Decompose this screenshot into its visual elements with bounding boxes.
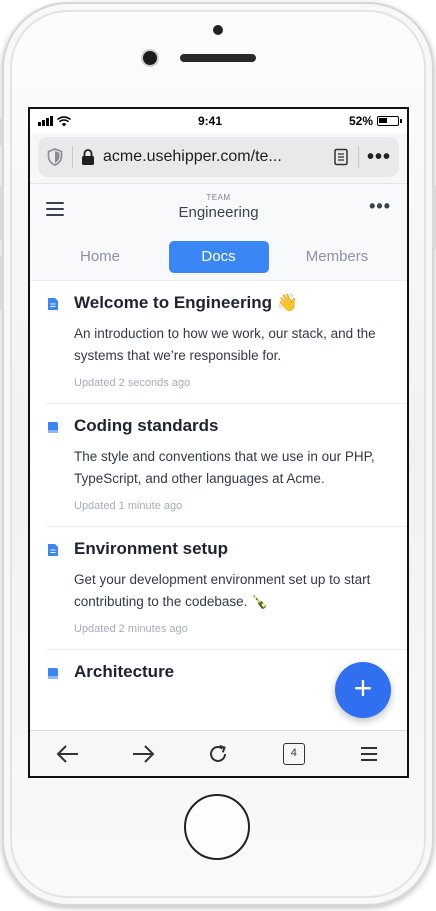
team-label: TEAM <box>206 193 231 202</box>
doc-updated: Updated 2 minutes ago <box>74 623 188 635</box>
team-name: Engineering <box>178 204 259 221</box>
wifi-icon <box>57 115 71 126</box>
doc-body: Architecture <box>74 661 194 697</box>
address-bar[interactable]: acme.usehipper.com/te... ••• <box>38 137 399 177</box>
earpiece-speaker <box>180 54 256 62</box>
status-time: 9:41 <box>197 114 222 128</box>
browser-chrome: acme.usehipper.com/te... ••• <box>30 133 407 183</box>
doc-title[interactable]: Coding standards <box>74 415 387 437</box>
status-left <box>38 115 71 127</box>
doc-item[interactable]: Environment setup Get your development e… <box>46 527 407 650</box>
sensor-dot <box>213 25 223 35</box>
home-button[interactable] <box>184 794 250 860</box>
reader-view-icon[interactable] <box>332 148 350 166</box>
battery-icon <box>377 116 402 126</box>
address-separator-2 <box>357 146 359 168</box>
doc-body: Coding standards The style and conventio… <box>74 415 407 526</box>
front-camera <box>143 51 157 65</box>
battery-fill <box>379 118 387 123</box>
book-icon <box>48 668 58 679</box>
doc-list: Welcome to Engineering 👋 An introduction… <box>30 281 407 697</box>
add-doc-button[interactable]: + <box>335 662 391 718</box>
doc-title[interactable]: Architecture <box>74 661 174 683</box>
doc-item[interactable]: Coding standards The style and conventio… <box>46 404 407 527</box>
screen: 9:41 52% acme.usehipper.com/te... ••• TE… <box>28 107 409 778</box>
team-header: TEAM Engineering ••• <box>30 183 407 233</box>
doc-updated: Updated 2 seconds ago <box>74 377 191 389</box>
book-icon <box>48 422 58 433</box>
browser-menu-icon[interactable]: ••• <box>367 146 391 169</box>
doc-description: An introduction to how we work, our stac… <box>74 326 376 363</box>
tabs-button[interactable]: 4 <box>274 739 314 769</box>
doc-description: The style and conventions that we use in… <box>74 449 375 486</box>
more-options-icon[interactable]: ••• <box>369 196 391 217</box>
back-arrow-icon[interactable] <box>48 739 88 769</box>
tab-bar: Home Docs Members <box>30 233 407 281</box>
side-button <box>0 118 4 146</box>
signal-icon <box>38 116 53 126</box>
document-icon <box>48 298 58 310</box>
browser-toolbar: 4 <box>30 730 407 776</box>
status-bar: 9:41 52% <box>30 109 407 133</box>
tab-members[interactable]: Members <box>287 241 387 273</box>
lock-icon <box>82 149 94 165</box>
address-separator <box>72 146 73 168</box>
doc-body: Environment setup Get your development e… <box>74 538 407 649</box>
forward-arrow-icon[interactable] <box>123 739 163 769</box>
tab-docs[interactable]: Docs <box>168 240 269 273</box>
doc-title[interactable]: Environment setup <box>74 538 387 560</box>
tab-home[interactable]: Home <box>50 241 150 273</box>
doc-description: Get your development environment set up … <box>74 572 371 609</box>
document-icon <box>48 544 58 556</box>
shield-icon[interactable] <box>46 148 64 166</box>
battery-percent: 52% <box>348 114 373 128</box>
menu-icon[interactable] <box>349 739 389 769</box>
doc-updated: Updated 1 minute ago <box>74 500 183 512</box>
status-right: 52% <box>348 114 402 128</box>
doc-item[interactable]: Welcome to Engineering 👋 An introduction… <box>46 281 407 404</box>
volume-up-button <box>0 185 4 241</box>
volume-down-button <box>0 255 4 311</box>
power-button <box>432 185 436 249</box>
doc-body: Welcome to Engineering 👋 An introduction… <box>74 292 407 403</box>
url-text[interactable]: acme.usehipper.com/te... <box>103 148 324 166</box>
tab-count: 4 <box>282 742 305 765</box>
doc-title[interactable]: Welcome to Engineering 👋 <box>74 292 387 314</box>
reload-icon[interactable] <box>198 739 238 769</box>
